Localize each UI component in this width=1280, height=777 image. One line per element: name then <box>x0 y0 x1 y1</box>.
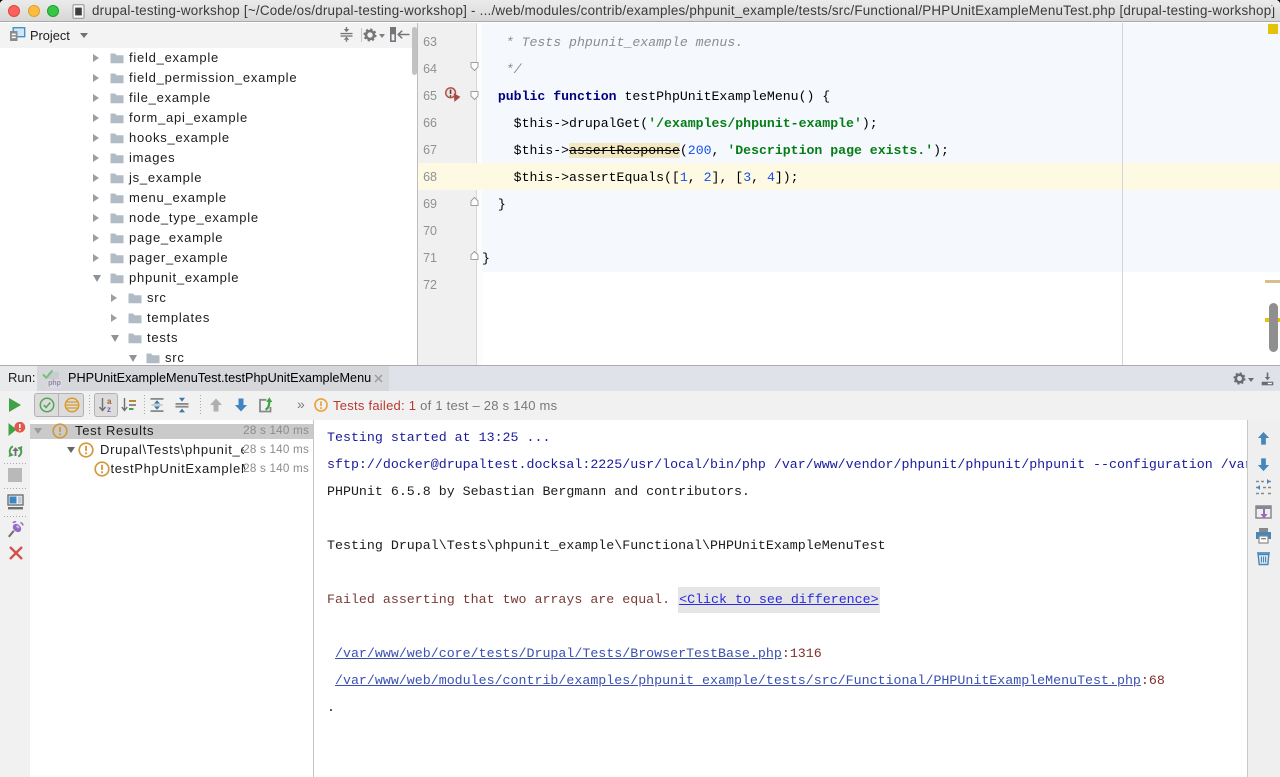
svg-text:z: z <box>107 405 111 413</box>
